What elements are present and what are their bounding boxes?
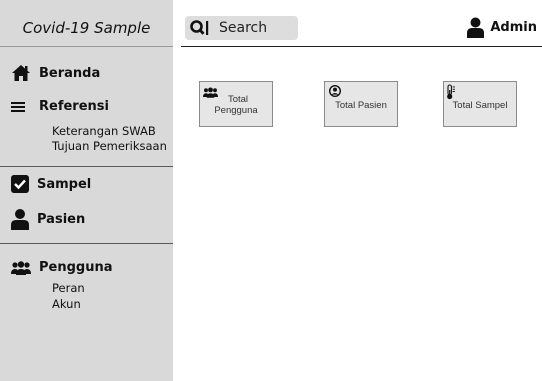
sidebar-item-label: Pasien [37, 211, 86, 227]
users-icon [11, 260, 31, 275]
checkbox-icon [11, 175, 29, 193]
sidebar-subitem-akun[interactable]: Akun [52, 297, 81, 311]
top-bar-divider [181, 46, 542, 47]
sidebar-subitem-keterangan-swab[interactable]: Keterangan SWAB [52, 124, 156, 138]
card-label-line1: Total [227, 94, 249, 105]
sidebar-item-pasien[interactable]: Pasien [11, 208, 85, 230]
sidebar-header-divider [0, 46, 173, 47]
sidebar-item-label: Pengguna [39, 260, 113, 275]
sidebar-item-pengguna[interactable]: Pengguna [11, 260, 113, 275]
sidebar-item-label: Beranda [39, 65, 101, 81]
sidebar: Covid-19 Sample Beranda Referensi Ketera… [0, 0, 173, 381]
card-total-sampel[interactable]: Total Sampel [443, 81, 517, 127]
card-label: Total Sampel [452, 100, 508, 111]
sidebar-subitem-tujuan-pemeriksaan[interactable]: Tujuan Pemeriksaan [52, 139, 167, 153]
sidebar-item-label: Sampel [37, 176, 92, 192]
card-total-pengguna[interactable]: Total Pengguna [199, 81, 273, 127]
user-name: Admin [490, 20, 537, 35]
sidebar-item-sampel[interactable]: Sampel [11, 175, 91, 193]
card-label: Total Pasien [335, 100, 387, 111]
sidebar-item-beranda[interactable]: Beranda [11, 64, 100, 82]
card-total-pasien[interactable]: Total Pasien [324, 81, 398, 127]
search-placeholder: Search [219, 20, 268, 36]
user-icon [11, 209, 29, 230]
sidebar-divider [0, 166, 173, 167]
thermometer-icon [447, 84, 455, 100]
card-label-line2: Pengguna [214, 105, 258, 116]
search-icon [190, 20, 209, 35]
user-menu[interactable]: Admin [467, 17, 537, 38]
app-title: Covid-19 Sample [22, 19, 151, 37]
sidebar-subitem-peran[interactable]: Peran [52, 281, 85, 295]
user-circle-icon [329, 85, 341, 97]
sidebar-divider [0, 243, 173, 244]
home-icon [12, 65, 30, 81]
sidebar-item-label: Referensi [39, 99, 109, 114]
search-input[interactable]: Search [185, 16, 298, 40]
menu-lines-icon [11, 101, 25, 112]
sidebar-item-referensi[interactable]: Referensi [11, 99, 109, 114]
user-icon [467, 17, 485, 38]
card-label: Total Pengguna [200, 94, 272, 116]
